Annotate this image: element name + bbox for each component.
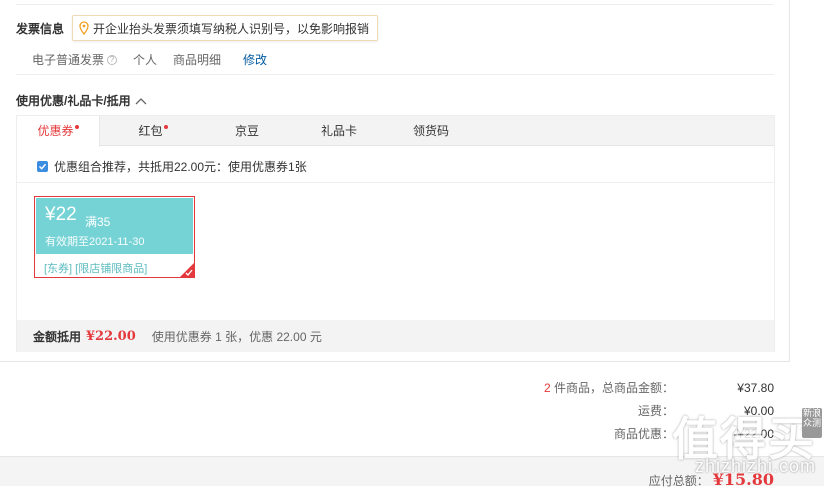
tab-label: 领货码 [412, 124, 449, 138]
discount-total-bar: 金额抵用 ¥22.00 使用优惠券 1 张，优惠 22.00 元 [17, 320, 774, 352]
goods-total-value: ¥37.80 [737, 381, 774, 395]
divider [16, 74, 774, 75]
combo-text: 优惠组合推荐，共抵用22.00元：使用优惠券1张 [54, 160, 307, 174]
help-icon[interactable]: ? [107, 54, 118, 65]
invoice-tip: 开企业抬头发票须填写纳税人识别号，以免影响报销 [72, 15, 379, 41]
coupon-condition: 满35 [85, 215, 111, 229]
invoice-edit-link[interactable]: 修改 [243, 51, 267, 68]
discount-total-desc: 使用优惠券 1 张，优惠 22.00 元 [151, 329, 322, 344]
coupon-scope: [东券] [限店铺限商品] [44, 263, 148, 275]
summary-goods-total: 2 件商品，总商品金额： ¥37.80 [514, 381, 774, 404]
tab-gift-card[interactable]: 礼品卡 [299, 116, 379, 146]
selected-check-icon [180, 263, 194, 277]
coupon-section-title[interactable]: 使用优惠/礼品卡/抵用 [16, 92, 147, 109]
combo-recommend[interactable]: 优惠组合推荐，共抵用22.00元：使用优惠券1张 [37, 158, 307, 175]
coupon-valid-date: 有效期至2021-11-30 [45, 236, 145, 248]
coupon-section-label: 使用优惠/礼品卡/抵用 [16, 94, 131, 108]
summary-goods-label: 2 件商品，总商品金额： [524, 381, 674, 404]
tab-label: 红包 [138, 124, 163, 138]
new-dot [74, 125, 79, 129]
tab-label: 优惠券 [37, 124, 74, 138]
invoice-section-title: 发票信息 [16, 22, 65, 36]
divider [16, 4, 774, 5]
discount-total-label: 金额抵用 [33, 329, 82, 344]
watermark-url: zhizhizhi.com [694, 456, 816, 476]
item-count: 2 [543, 381, 551, 395]
divider [17, 182, 774, 183]
coupon-panel: 优惠券 红包 京豆 礼品卡 领货码 优惠组合推荐，共抵用22.00元：使用优惠券… [16, 115, 775, 352]
coupon-amount: ¥22 [45, 204, 77, 225]
coupon-card[interactable]: ¥22 满35 有效期至2021-11-30 [东券] [限店铺限商品] [34, 196, 195, 278]
item-count-label: 件商品，总商品金额： [553, 381, 674, 395]
discount-label: 商品优惠： [613, 427, 674, 441]
new-dot [163, 125, 168, 129]
tab-jingdou[interactable]: 京豆 [207, 116, 287, 146]
discount-total-amount: ¥22.00 [86, 328, 136, 344]
combo-checkbox[interactable] [37, 161, 48, 172]
coupon-face: ¥22 满35 有效期至2021-11-30 [36, 198, 193, 254]
invoice-holder: 个人 [133, 53, 158, 67]
tab-coupons[interactable]: 优惠券 [17, 116, 100, 147]
chevron-up-icon [135, 97, 147, 104]
tab-pickup-code[interactable]: 领货码 [391, 116, 471, 146]
invoice-content: 商品明细 [173, 53, 222, 67]
coupon-tabs: 优惠券 红包 京豆 礼品卡 领货码 [17, 116, 774, 147]
watermark-badge: 新浪众测 [802, 408, 822, 438]
invoice-details: 电子普通发票 ? 个人 商品明细 修改 [32, 51, 283, 68]
invoice-tip-text: 开企业抬头发票须填写纳税人识别号，以免影响报销 [93, 21, 370, 36]
invoice-type: 电子普通发票 [32, 53, 105, 67]
location-pin-icon [79, 21, 89, 35]
tab-label: 礼品卡 [320, 124, 357, 138]
shipping-label: 运费： [637, 404, 674, 418]
tab-red-packet[interactable]: 红包 [113, 116, 193, 146]
tab-label: 京豆 [234, 124, 259, 138]
